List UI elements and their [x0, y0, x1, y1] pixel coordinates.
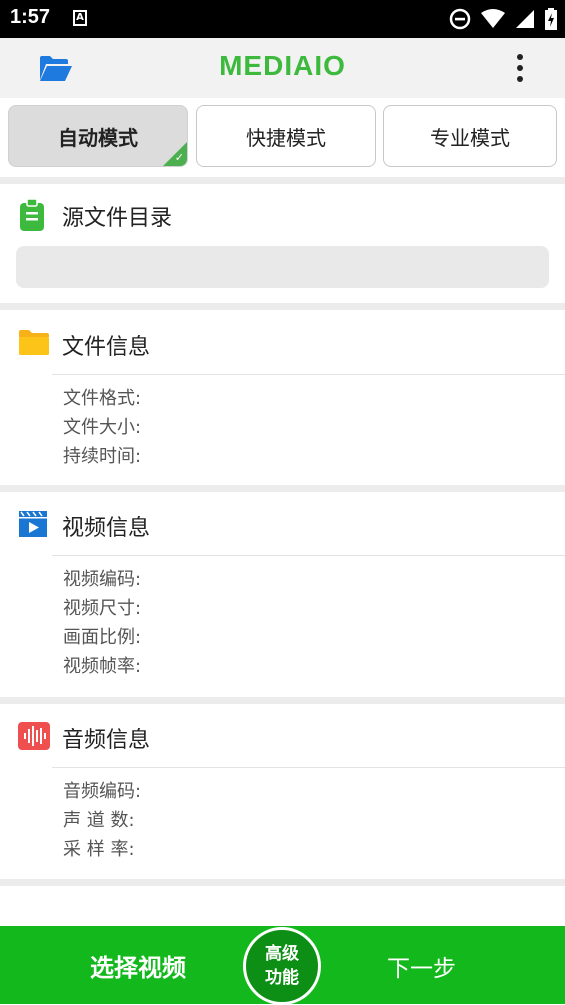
info-row-channels: 声 道 数:: [63, 810, 135, 831]
file-info-rows: 文件格式: 文件大小: 持续时间:: [63, 384, 141, 471]
tab-quick-mode[interactable]: 快捷模式: [196, 105, 376, 167]
app-logo: MEDIAIO: [219, 50, 346, 81]
more-vert-icon[interactable]: [510, 52, 530, 84]
audio-info-rows: 音频编码: 声 道 数: 采 样 率:: [63, 777, 141, 864]
next-step-button[interactable]: 下一步: [387, 949, 456, 983]
tab-pro-mode-label: 专业模式: [430, 125, 510, 150]
video-info-section: 视频信息 视频编码: 视频尺寸: 画面比例: 视频帧率:: [0, 492, 565, 697]
tab-auto-mode-label: 自动模式: [58, 125, 138, 150]
check-icon: ✓: [174, 151, 184, 164]
audio-wave-icon: [18, 722, 50, 750]
info-row-size: 文件大小:: [63, 417, 142, 438]
advanced-label-line2: 功能: [265, 968, 299, 988]
info-row-sample-rate: 采 样 率:: [63, 839, 135, 860]
video-info-title: 视频信息: [62, 516, 151, 541]
select-video-button[interactable]: 选择视频: [90, 948, 186, 983]
do-not-disturb-icon: [449, 8, 471, 30]
video-clapper-icon: [19, 511, 47, 537]
divider: [0, 485, 565, 492]
audio-info-section: 音频信息 音频编码: 声 道 数: 采 样 率:: [0, 704, 565, 879]
divider: [0, 697, 565, 704]
advanced-features-button[interactable]: 高级 功能: [243, 927, 321, 1005]
info-row-aspect-ratio: 画面比例:: [63, 627, 142, 648]
audio-info-title: 音频信息: [62, 728, 151, 753]
advanced-label-line1: 高级: [265, 944, 299, 964]
file-info-section: 文件信息 文件格式: 文件大小: 持续时间:: [0, 310, 565, 485]
source-dir-title: 源文件目录: [62, 206, 173, 231]
divider: [0, 879, 565, 886]
tab-pro-mode[interactable]: 专业模式: [383, 105, 557, 167]
info-row-video-size: 视频尺寸:: [63, 598, 142, 619]
tab-auto-mode[interactable]: 自动模式 ✓: [8, 105, 188, 167]
info-row-frame-rate: 视频帧率:: [63, 656, 142, 677]
info-row-video-codec: 视频编码:: [63, 569, 142, 590]
info-row-audio-codec: 音频编码:: [63, 781, 142, 802]
mode-selector: 自动模式 ✓ 快捷模式 专业模式: [0, 98, 565, 178]
tab-quick-mode-label: 快捷模式: [246, 125, 326, 150]
source-path-field[interactable]: [16, 246, 549, 288]
separator: [52, 374, 565, 375]
notification-icon: A: [73, 10, 87, 26]
status-time: 1:57: [10, 6, 51, 28]
source-dir-section: 源文件目录: [0, 184, 565, 304]
battery-charging-icon: [545, 8, 557, 30]
info-row-format: 文件格式:: [63, 388, 142, 409]
divider: [0, 303, 565, 310]
separator: [52, 767, 565, 768]
file-info-title: 文件信息: [62, 335, 151, 360]
folder-icon: [19, 330, 49, 355]
app-bar: MEDIAIO: [0, 38, 565, 98]
status-bar: 1:57 A: [0, 0, 565, 38]
wifi-icon: [481, 9, 505, 28]
divider: [0, 177, 565, 184]
info-row-duration: 持续时间:: [63, 446, 142, 467]
separator: [52, 555, 565, 556]
clipboard-icon: [20, 199, 44, 231]
video-info-rows: 视频编码: 视频尺寸: 画面比例: 视频帧率:: [63, 565, 141, 681]
cell-signal-icon: [516, 10, 534, 28]
